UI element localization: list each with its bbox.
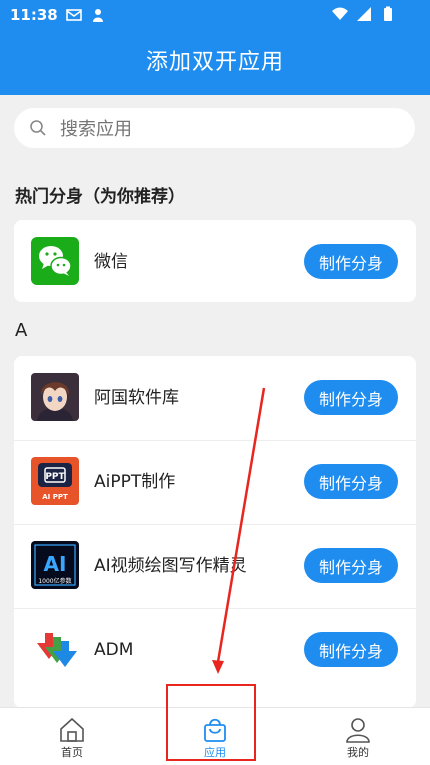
search-icon (30, 120, 46, 136)
list-item[interactable]: ADM 制作分身 (14, 608, 416, 692)
status-time: 11:38 (10, 6, 58, 24)
wifi-icon (332, 7, 348, 20)
home-icon (60, 717, 84, 742)
aippt-caption-text: AI PPT (42, 493, 68, 501)
app-name: AiPPT制作 (94, 472, 176, 492)
list-item[interactable]: AI 1000亿参数 AI视频绘图写作精灵 制作分身 (14, 524, 416, 608)
status-bar: 11:38 (0, 0, 430, 30)
page-title: 添加双开应用 (145, 50, 284, 75)
nav-apps[interactable]: 应用 (165, 708, 265, 765)
app-name: ADM (94, 640, 134, 660)
aippt-icon: PPT AI PPT (31, 457, 79, 505)
hot-section-title: 热门分身（为你推荐） (15, 187, 185, 207)
user-icon (346, 718, 370, 743)
mail-icon (65, 9, 82, 21)
aguo-software-icon (31, 373, 79, 421)
nav-label: 我的 (347, 746, 369, 759)
app-name: 微信 (94, 252, 128, 272)
list-item[interactable]: 微信 制作分身 (14, 220, 416, 304)
wechat-icon (31, 237, 79, 285)
app-name: 阿国软件库 (94, 388, 179, 408)
list-item[interactable]: PPT AI PPT AiPPT制作 制作分身 (14, 440, 416, 524)
search-bar[interactable] (14, 108, 415, 150)
make-clone-button[interactable]: 制作分身 (304, 548, 398, 583)
make-clone-button[interactable]: 制作分身 (304, 464, 398, 499)
notification-app-icon (92, 9, 103, 22)
bag-icon (204, 718, 226, 742)
adm-download-icon (31, 625, 79, 673)
ai-caption-text: 1000亿参数 (38, 577, 71, 585)
battery-icon (384, 6, 392, 21)
aippt-badge-text: PPT (45, 472, 65, 482)
list-item[interactable]: 阿国软件库 制作分身 (14, 356, 416, 440)
ai-badge-text: AI (44, 552, 67, 576)
ai-video-icon: AI 1000亿参数 (31, 541, 79, 589)
nav-label: 首页 (61, 746, 83, 759)
nav-label: 应用 (204, 746, 226, 759)
make-clone-button[interactable]: 制作分身 (304, 380, 398, 415)
signal-icon (357, 7, 371, 21)
app-header: 11:38 添加双开应用 (0, 0, 430, 95)
search-input[interactable] (58, 108, 402, 150)
index-letter: A (15, 320, 28, 341)
make-clone-button[interactable]: 制作分身 (304, 244, 398, 279)
app-list-card: 阿国软件库 制作分身 PPT AI PPT AiPPT制作 制作分身 AI 10… (14, 356, 416, 708)
bottom-navigation: 首页 应用 我的 (0, 707, 430, 765)
nav-home[interactable]: 首页 (22, 708, 122, 765)
app-name: AI视频绘图写作精灵 (94, 556, 247, 576)
hot-apps-card: 微信 制作分身 (14, 220, 416, 302)
nav-me[interactable]: 我的 (308, 708, 408, 765)
make-clone-button[interactable]: 制作分身 (304, 632, 398, 667)
